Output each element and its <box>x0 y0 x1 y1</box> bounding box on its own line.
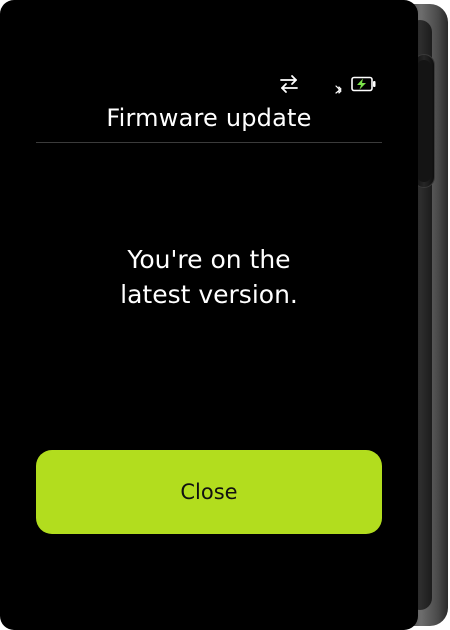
title-divider <box>36 142 382 143</box>
device-screen: Firmware update You're on the latest ver… <box>0 0 418 630</box>
bluetooth-icon <box>334 80 344 94</box>
close-button[interactable]: Close <box>36 450 382 534</box>
status-bar <box>0 70 418 100</box>
usb-transfer-icon <box>278 74 300 94</box>
battery-charging-icon <box>351 76 377 92</box>
hardware-device: Firmware update You're on the latest ver… <box>0 0 450 630</box>
page-title: Firmware update <box>106 104 312 132</box>
device-side-button-groove <box>417 60 431 182</box>
status-message: You're on the latest version. <box>0 242 418 312</box>
status-message-line-2: latest version. <box>120 280 298 309</box>
close-button-label: Close <box>180 480 238 504</box>
status-message-line-1: You're on the <box>127 245 291 274</box>
